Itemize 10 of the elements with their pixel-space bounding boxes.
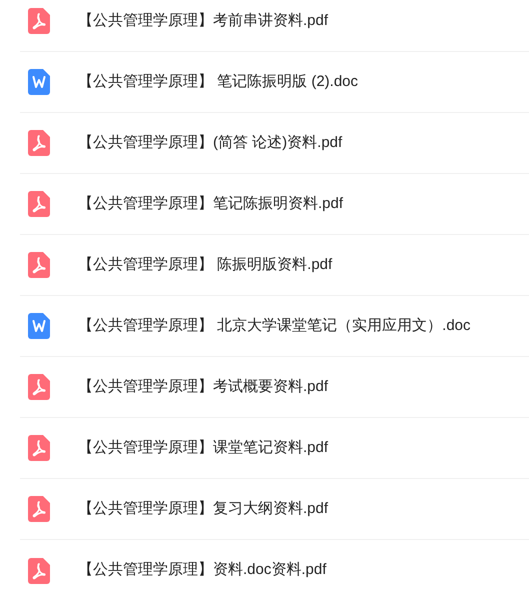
file-name[interactable]: 【公共管理学原理】复习大纲资料.pdf <box>78 498 328 520</box>
file-name[interactable]: 【公共管理学原理】资料.doc资料.pdf <box>78 559 326 582</box>
file-name[interactable]: 【公共管理学原理】 陈振明版资料.pdf <box>78 254 332 276</box>
file-name[interactable]: 【公共管理学原理】课堂笔记资料.pdf <box>78 436 328 460</box>
file-name[interactable]: 【公共管理学原理】考试概要资料.pdf <box>78 376 328 398</box>
file-name[interactable]: 【公共管理学原理】(简答 论述)资料.pdf <box>78 132 342 154</box>
file-name[interactable]: 【公共管理学原理】考前串讲资料.pdf <box>78 10 328 32</box>
file-name[interactable]: 【公共管理学原理】 北京大学课堂笔记（实用应用文）.doc <box>78 314 471 338</box>
file-name[interactable]: 【公共管理学原理】 笔记陈振明版 (2).doc <box>78 70 358 94</box>
file-name[interactable]: 【公共管理学原理】笔记陈振明资料.pdf <box>78 192 344 216</box>
